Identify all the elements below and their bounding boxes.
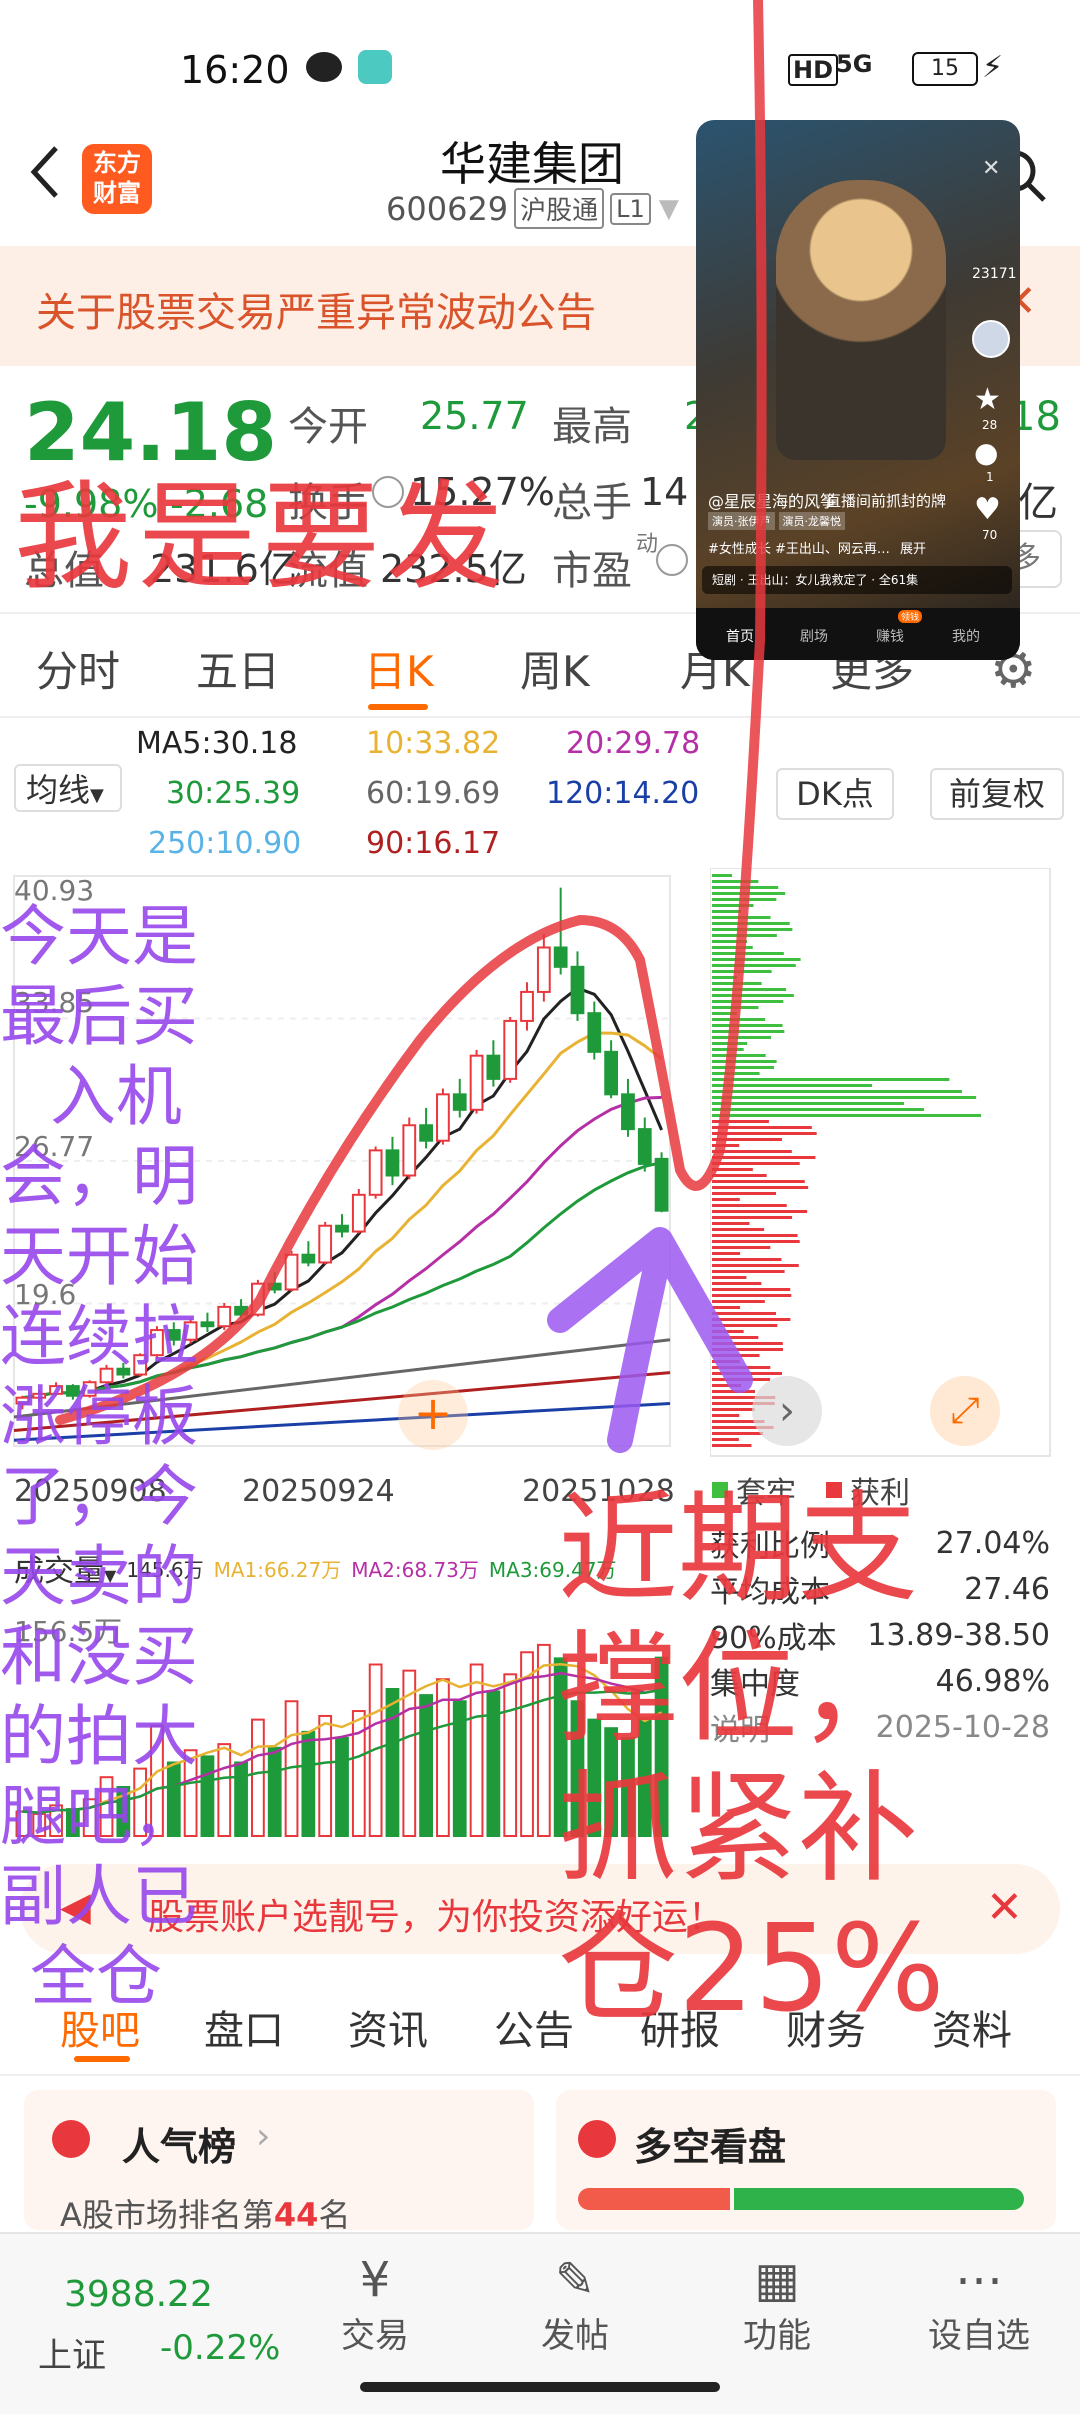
left-note-line-1: 今天是 bbox=[0, 898, 198, 975]
annotation-purple-arrow bbox=[547, 1227, 753, 1453]
annotation-left-note: 今天是 最后买 入机 会，明 天开始 连续拉 涨停板 了，今 天卖的 和没买 的… bbox=[0, 904, 230, 2024]
left-note-line-12: 腿吧， bbox=[0, 1778, 198, 1855]
right-note-line-4: 仓25% bbox=[558, 1900, 945, 2039]
left-note-line-7: 涨停板 bbox=[0, 1378, 198, 1455]
left-note-line-8: 了，今 bbox=[0, 1458, 198, 1535]
left-note-line-11: 的拍大 bbox=[0, 1698, 198, 1775]
annotation-headline: 我是要发 bbox=[14, 468, 511, 606]
left-note-line-9: 天卖的 bbox=[0, 1538, 198, 1615]
left-note-line-6: 连续拉 bbox=[0, 1298, 198, 1375]
left-note-line-13: 副人已 bbox=[0, 1858, 198, 1935]
left-note-line-10: 和没买 bbox=[0, 1618, 198, 1695]
left-note-line-5: 天开始 bbox=[0, 1218, 198, 1295]
annotation-right-note: 近期支 撑位， 抓紧补 仓25% bbox=[558, 1490, 1058, 2050]
left-note-line-14: 全仓 bbox=[30, 1938, 162, 2015]
left-note-line-2: 最后买 bbox=[0, 978, 198, 1055]
right-note-line-1: 近期支 bbox=[558, 1480, 918, 1619]
right-note-line-2: 撑位， bbox=[558, 1620, 918, 1759]
left-note-line-3: 入机 bbox=[50, 1058, 182, 1135]
left-note-line-4: 会，明 bbox=[0, 1138, 198, 1215]
right-note-line-3: 抓紧补 bbox=[558, 1760, 918, 1899]
